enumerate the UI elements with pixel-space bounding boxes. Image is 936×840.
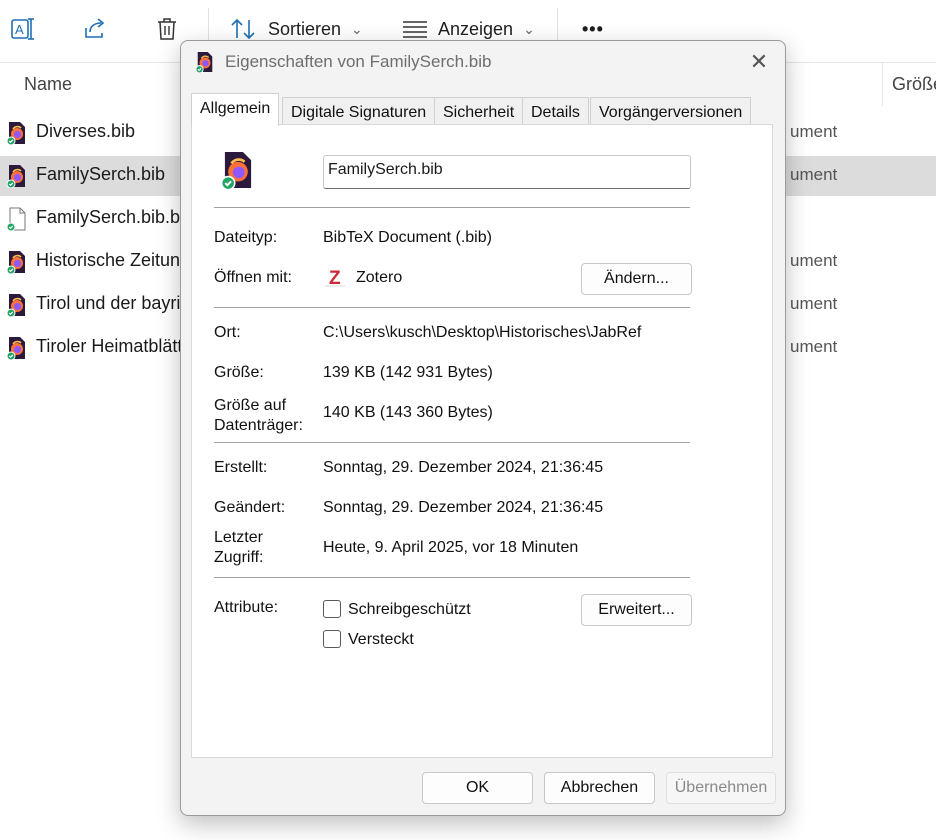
tab-details[interactable]: Details bbox=[522, 97, 589, 125]
modified-value: Sonntag, 29. Dezember 2024, 21:36:45 bbox=[323, 499, 604, 516]
readonly-label: Schreibgeschützt bbox=[348, 601, 471, 618]
file-name: Tiroler Heimatblätt bbox=[36, 336, 183, 356]
view-label: Anzeigen bbox=[438, 18, 514, 39]
modified-label: Geändert: bbox=[214, 499, 286, 516]
firefox-bib-icon bbox=[6, 293, 28, 318]
location-value: C:\Users\kusch\Desktop\Historisches\JabR… bbox=[323, 324, 642, 341]
open-with-value: Zotero bbox=[356, 269, 403, 286]
close-icon[interactable]: ✕ bbox=[747, 51, 771, 75]
tab-general[interactable]: Allgemein bbox=[191, 93, 280, 126]
created-value: Sonntag, 29. Dezember 2024, 21:36:45 bbox=[323, 459, 604, 476]
svg-text:A: A bbox=[15, 22, 24, 37]
firefox-bib-icon bbox=[6, 250, 28, 275]
chevron-down-icon: ⌄ bbox=[523, 20, 535, 37]
accessed-value: Heute, 9. April 2025, vor 18 Minuten bbox=[323, 539, 579, 556]
open-with-label: Öffnen mit: bbox=[214, 269, 292, 286]
column-header-size[interactable]: Größe bbox=[892, 74, 936, 95]
file-name: Tirol und der bayri bbox=[36, 293, 181, 313]
hidden-label: Versteckt bbox=[348, 631, 414, 648]
accessed-label-line1: Letzter bbox=[214, 529, 263, 546]
firefox-bib-icon bbox=[6, 164, 28, 189]
firefox-bib-icon bbox=[195, 51, 215, 74]
sort-label: Sortieren bbox=[268, 18, 342, 39]
divider bbox=[214, 577, 690, 578]
view-icon bbox=[403, 21, 427, 38]
divider bbox=[214, 207, 690, 208]
column-header-name[interactable]: Name bbox=[24, 74, 72, 95]
large-firefox-bib-icon bbox=[220, 149, 256, 191]
tab-previous-versions[interactable]: Vorgängerversionen bbox=[590, 97, 752, 125]
cancel-button[interactable]: Abbrechen bbox=[544, 772, 655, 804]
change-button[interactable]: Ändern... bbox=[581, 263, 692, 295]
file-type-value: BibTeX Document (.bib) bbox=[323, 229, 492, 246]
firefox-bib-icon bbox=[6, 121, 28, 146]
file-name: Historische Zeitung bbox=[36, 250, 191, 270]
dialog-title: Eigenschaften von FamilySerch.bib bbox=[225, 52, 492, 71]
file-type: ument bbox=[790, 337, 838, 356]
attributes-label: Attribute: bbox=[214, 599, 279, 616]
properties-dialog: Eigenschaften von FamilySerch.bib ✕ Allg… bbox=[180, 40, 786, 816]
divider bbox=[214, 442, 690, 443]
file-name: Diverses.bib bbox=[36, 121, 136, 141]
size-on-disk-value: 140 KB (143 360 Bytes) bbox=[323, 404, 493, 421]
size-on-disk-label-line1: Größe auf bbox=[214, 397, 287, 414]
blank-file-icon bbox=[6, 207, 28, 232]
accessed-label-line2: Zugriff: bbox=[214, 549, 264, 566]
hidden-checkbox[interactable] bbox=[323, 630, 341, 648]
file-type: ument bbox=[790, 294, 838, 313]
size-value: 139 KB (142 931 Bytes) bbox=[323, 364, 493, 381]
tab-digital-signatures[interactable]: Digitale Signaturen bbox=[282, 97, 436, 125]
file-name-field[interactable]: FamilySerch.bib bbox=[323, 155, 691, 189]
column-separator[interactable] bbox=[882, 62, 883, 106]
apply-button[interactable]: Übernehmen bbox=[666, 772, 776, 804]
file-type: ument bbox=[790, 251, 838, 270]
file-name: FamilySerch.bib bbox=[36, 164, 166, 184]
rename-icon[interactable]: A bbox=[10, 14, 36, 44]
advanced-button[interactable]: Erweitert... bbox=[581, 594, 692, 626]
readonly-checkbox[interactable] bbox=[323, 600, 341, 618]
location-label: Ort: bbox=[214, 324, 241, 341]
delete-icon[interactable] bbox=[154, 14, 180, 44]
zotero-icon: Z bbox=[323, 265, 347, 289]
share-icon[interactable] bbox=[82, 14, 108, 44]
firefox-bib-icon bbox=[6, 336, 28, 361]
divider bbox=[214, 307, 690, 308]
tab-security[interactable]: Sicherheit bbox=[434, 97, 524, 125]
file-type: ument bbox=[790, 165, 838, 184]
size-on-disk-label-line2: Datenträger: bbox=[214, 417, 303, 434]
file-type-label: Dateityp: bbox=[214, 229, 278, 246]
general-tab-panel: FamilySerch.bib Dateityp: BibTeX Documen… bbox=[191, 124, 773, 758]
ok-button[interactable]: OK bbox=[422, 772, 533, 804]
created-label: Erstellt: bbox=[214, 459, 268, 476]
chevron-down-icon: ⌄ bbox=[351, 20, 363, 37]
sort-icon bbox=[231, 18, 255, 40]
size-label: Größe: bbox=[214, 364, 264, 381]
file-type: ument bbox=[790, 122, 838, 141]
file-name: FamilySerch.bib.ba bbox=[36, 207, 191, 227]
